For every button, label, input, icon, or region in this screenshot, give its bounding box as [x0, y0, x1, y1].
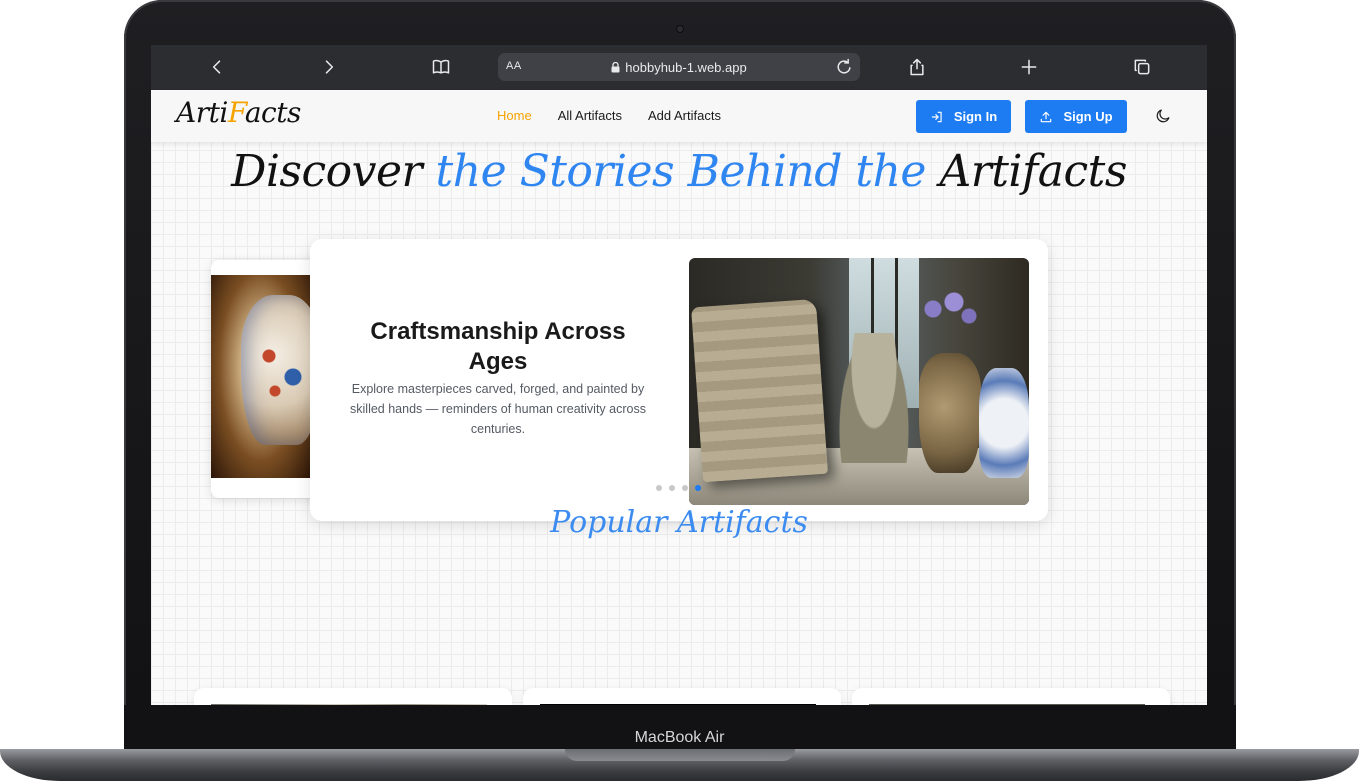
- nav-all-artifacts-link[interactable]: All Artifacts: [558, 108, 622, 123]
- sign-up-label: Sign Up: [1063, 109, 1113, 124]
- address-bar[interactable]: AA hobbyhub-1.web.app: [498, 53, 860, 81]
- hero-title: Discover the Stories Behind the Artifact…: [151, 146, 1207, 197]
- url-text: hobbyhub-1.web.app: [625, 60, 747, 75]
- tabs-overview-icon[interactable]: [1130, 55, 1154, 79]
- artifact-card[interactable]: [852, 688, 1170, 705]
- hero-title-part1: Discover: [231, 146, 436, 197]
- moon-icon[interactable]: [1154, 107, 1172, 125]
- flowers-image-part: [921, 288, 981, 358]
- sign-up-button[interactable]: Sign Up: [1025, 100, 1127, 133]
- bookmarks-icon[interactable]: [429, 55, 453, 79]
- reload-icon[interactable]: [834, 57, 854, 77]
- bust-image-part: [839, 333, 909, 463]
- jar-image-part: [919, 353, 981, 473]
- logo-text-part1: Arti: [176, 96, 228, 129]
- slider-dot-1[interactable]: [656, 485, 662, 491]
- popular-artifacts-title: Popular Artifacts: [550, 505, 808, 540]
- logo-text-part2: acts: [244, 96, 302, 129]
- slider-dot-2[interactable]: [669, 485, 675, 491]
- device-label: MacBook Air: [634, 729, 725, 746]
- sign-in-button[interactable]: Sign In: [916, 100, 1011, 133]
- site-navbar: ArtiFacts Home All Artifacts Add Artifac…: [151, 90, 1207, 142]
- slide-title: Craftsmanship Across Ages: [370, 318, 626, 375]
- blue-vase-image-part: [979, 368, 1029, 478]
- slide-image: [689, 258, 1029, 505]
- artifact-card[interactable]: [194, 688, 512, 705]
- logo-text-accent: F: [227, 96, 246, 129]
- laptop-notch: [565, 749, 795, 761]
- nav-add-artifacts-link[interactable]: Add Artifacts: [648, 108, 721, 123]
- browser-toolbar: AA hobbyhub-1.web.app: [151, 45, 1207, 90]
- web-page: ArtiFacts Home All Artifacts Add Artifac…: [151, 90, 1207, 705]
- slide-description: Explore masterpieces carved, forged, and…: [350, 382, 646, 436]
- new-tab-icon[interactable]: [1017, 55, 1041, 79]
- forward-icon[interactable]: [317, 55, 341, 79]
- hero-title-highlight: the Stories Behind the: [435, 146, 927, 197]
- previous-slide-image: [211, 275, 311, 478]
- site-logo[interactable]: ArtiFacts: [176, 96, 301, 129]
- url-text-wrapper: hobbyhub-1.web.app: [498, 60, 860, 75]
- nav-links: Home All Artifacts Add Artifacts: [497, 108, 721, 123]
- slider-dot-3[interactable]: [682, 485, 688, 491]
- nav-home-link[interactable]: Home: [497, 108, 532, 123]
- slider-pagination: [656, 485, 701, 491]
- share-icon[interactable]: [905, 55, 929, 79]
- screen: AA hobbyhub-1.web.app ArtiFacts Home All…: [151, 45, 1207, 705]
- sign-in-label: Sign In: [953, 109, 998, 124]
- upload-icon: [1041, 111, 1052, 122]
- sign-in-icon: [931, 111, 942, 122]
- camera-icon: [677, 26, 683, 32]
- hero-title-part3: Artifacts: [925, 146, 1127, 197]
- artifact-card[interactable]: [523, 688, 841, 705]
- back-icon[interactable]: [205, 55, 229, 79]
- slider-dot-4[interactable]: [695, 485, 701, 491]
- stone-tablet-image-part: [691, 298, 828, 483]
- active-slide-card: Craftsmanship Across Ages Explore master…: [310, 239, 1048, 521]
- vase-image: [241, 295, 311, 445]
- lock-icon: [611, 62, 620, 73]
